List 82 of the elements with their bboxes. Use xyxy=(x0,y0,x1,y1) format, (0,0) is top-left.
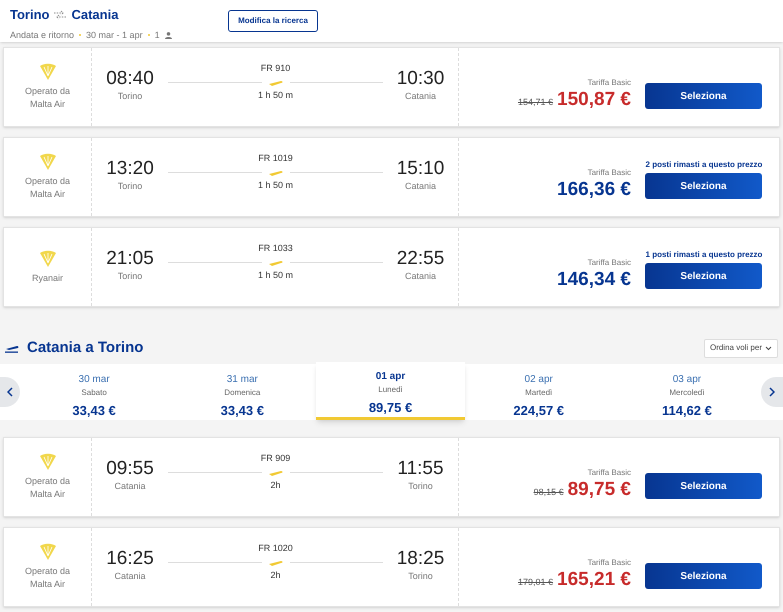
departure-city: Torino xyxy=(118,180,142,193)
select-button[interactable]: Seleziona xyxy=(645,173,762,199)
flight-number: FR 910 xyxy=(260,62,290,75)
plane-icon xyxy=(5,343,19,353)
harp-logo-icon xyxy=(38,63,58,81)
departure-time: 13:20 xyxy=(106,158,154,180)
arrival-time: 15:10 xyxy=(396,158,444,180)
swap-icon xyxy=(53,10,68,20)
fare-type: Tariffa Basic xyxy=(588,257,631,269)
fare-type: Tariffa Basic xyxy=(588,557,631,569)
harp-logo-icon xyxy=(38,153,58,171)
plane-icon xyxy=(268,78,284,86)
flight-duration: 1 h 50 m xyxy=(258,178,294,192)
departure-time: 16:25 xyxy=(106,548,154,570)
section-title: Catania a Torino xyxy=(27,338,144,358)
flight-duration: 2h xyxy=(270,478,280,492)
carrier-name: Operato da Malta Air xyxy=(24,565,72,591)
price: 146,34 € xyxy=(557,269,631,291)
select-button[interactable]: Seleziona xyxy=(645,263,762,289)
select-button[interactable]: Seleziona xyxy=(645,563,762,589)
chevron-left-icon xyxy=(7,387,13,397)
departure-city: Torino xyxy=(118,270,142,283)
original-price: 98,15 € xyxy=(534,486,564,499)
carrier-name: Operato da Malta Air xyxy=(24,85,72,111)
departure-time: 08:40 xyxy=(106,68,154,90)
price: 89,75 € xyxy=(568,479,631,501)
passenger-count: 1 xyxy=(154,28,160,42)
harp-logo-icon xyxy=(38,453,58,471)
flight-number: FR 909 xyxy=(260,452,290,465)
arrival-city: Catania xyxy=(404,90,436,103)
edit-search-button[interactable]: Modifica la ricerca xyxy=(228,10,318,32)
flight-number: FR 1033 xyxy=(258,242,293,255)
person-icon xyxy=(164,32,172,39)
plane-icon xyxy=(268,168,284,176)
arrival-time: 10:30 xyxy=(396,68,444,90)
trip-type: Andata e ritorno xyxy=(10,28,74,42)
flight-duration: 2h xyxy=(270,568,280,582)
arrival-time: 11:55 xyxy=(397,458,444,480)
departure-time: 09:55 xyxy=(106,458,154,480)
carrier-name: Operato da Malta Air xyxy=(24,475,72,501)
arrival-time: 22:55 xyxy=(396,248,444,270)
original-price: 179,01 € xyxy=(518,576,554,589)
arrival-city: Torino xyxy=(408,480,433,493)
carrier-name: Operato da Malta Air xyxy=(24,175,72,201)
flight-duration: 1 h 50 m xyxy=(258,88,294,102)
arrival-time: 18:25 xyxy=(396,548,444,570)
price: 166,36 € xyxy=(557,179,631,201)
trip-dates: 30 mar - 1 apr xyxy=(86,28,143,42)
original-price: 154,71 € xyxy=(518,96,554,109)
departure-city: Torino xyxy=(118,90,142,103)
carrier-name: Ryanair xyxy=(30,272,64,284)
flight-number: FR 1020 xyxy=(258,542,293,555)
plane-icon xyxy=(268,258,284,266)
previous-button[interactable] xyxy=(0,377,20,407)
departure-city: Catania xyxy=(114,480,146,493)
price: 150,87 € xyxy=(557,89,631,111)
harp-logo-icon xyxy=(38,543,58,561)
destination-city: Catania xyxy=(71,6,118,24)
arrival-city: Torino xyxy=(408,570,433,583)
departure-city: Catania xyxy=(114,570,146,583)
select-button[interactable]: Seleziona xyxy=(645,473,762,499)
fare-type: Tariffa Basic xyxy=(588,77,631,89)
fare-type: Tariffa Basic xyxy=(588,167,631,179)
chevron-down-icon xyxy=(765,346,772,350)
seats-left-note: 1 posti rimasti a questo prezzo xyxy=(645,249,763,261)
arrival-city: Catania xyxy=(404,270,436,283)
plane-icon xyxy=(268,468,284,476)
fare-type: Tariffa Basic xyxy=(588,467,631,479)
sort-dropdown[interactable]: Ordina voli per xyxy=(704,338,778,358)
arrival-city: Catania xyxy=(404,180,436,193)
flight-number: FR 1019 xyxy=(258,152,293,165)
harp-logo-icon xyxy=(38,250,58,268)
next-button[interactable] xyxy=(761,377,783,407)
origin-city: Torino xyxy=(10,6,50,24)
departure-time: 21:05 xyxy=(106,248,154,270)
select-button[interactable]: Seleziona xyxy=(645,83,762,109)
date-tab[interactable]: 01 apr Lunedì 89,75 € xyxy=(316,362,465,420)
seats-left-note: 2 posti rimasti a questo prezzo xyxy=(645,159,763,171)
plane-icon xyxy=(268,558,284,566)
flight-duration: 1 h 50 m xyxy=(258,268,294,282)
chevron-right-icon xyxy=(769,387,775,397)
price: 165,21 € xyxy=(557,569,631,591)
